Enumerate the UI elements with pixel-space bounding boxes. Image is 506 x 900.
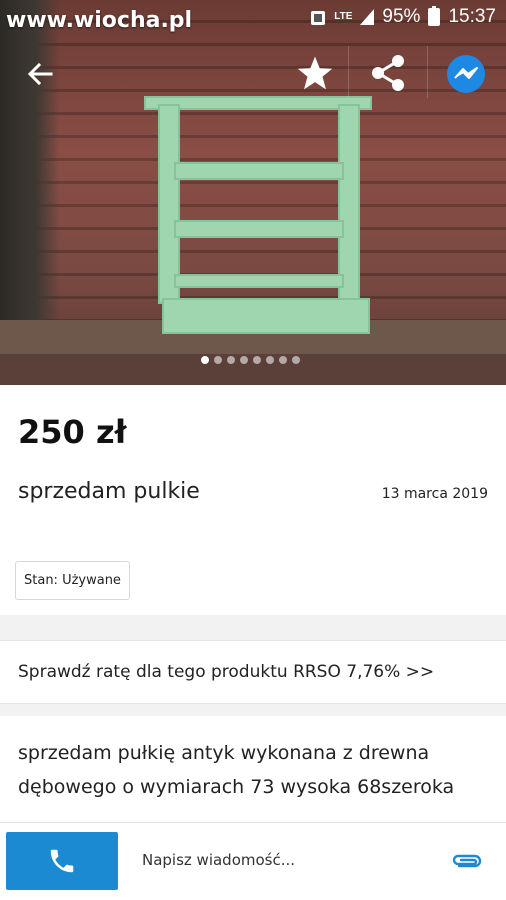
clock: 15:37	[448, 6, 496, 27]
condition-badge: Stan: Używane	[15, 561, 130, 600]
description: sprzedam pułkię antyk wykonana z drewna …	[0, 716, 506, 826]
listing-date: 13 marca 2019	[381, 486, 488, 502]
share-icon	[372, 55, 404, 91]
star-icon	[297, 56, 333, 90]
gallery-dot[interactable]	[292, 356, 300, 364]
phone-icon	[50, 849, 74, 873]
battery-icon	[428, 6, 441, 26]
shelf-board	[174, 162, 344, 180]
listing-card: 250 zł sprzedam pulkie 13 marca 2019 Sta…	[0, 385, 506, 615]
gallery-indicator	[201, 356, 300, 364]
paperclip-icon	[452, 854, 482, 868]
watermark: www.wiocha.pl	[6, 8, 193, 33]
gallery-dot[interactable]	[201, 356, 209, 364]
shelf-board	[174, 274, 344, 288]
description-line: sprzedam pułkię antyk wykonana z drewna	[18, 742, 430, 764]
description-text: sprzedam pułkię antyk wykonana z drewna …	[18, 736, 488, 804]
battery-percent: 95%	[382, 6, 421, 27]
photo-gallery[interactable]	[0, 0, 506, 385]
status-bar: www.wiocha.pl LTE 95% 15:37	[0, 0, 506, 34]
shelf-drawers	[162, 298, 370, 334]
signal-icon	[360, 9, 375, 25]
back-button[interactable]	[18, 52, 62, 96]
messenger-button[interactable]	[442, 50, 490, 98]
status-icons: LTE 95% 15:37	[310, 6, 496, 28]
messenger-icon	[447, 55, 485, 93]
description-line: dębowego o wymiarach 73 wysoka 68szeroka	[18, 776, 455, 798]
price: 250 zł	[18, 413, 127, 451]
installment-link[interactable]: Sprawdź ratę dla tego produktu RRSO 7,76…	[0, 640, 506, 704]
listing-title: sprzedam pulkie	[18, 479, 200, 504]
gallery-dot[interactable]	[240, 356, 248, 364]
toolbar-divider	[427, 46, 428, 98]
bottom-action-bar: Napisz wiadomość...	[0, 822, 506, 900]
shelf-board	[174, 220, 344, 238]
listing-screen: www.wiocha.pl LTE 95% 15:37 250 zł sprze…	[0, 0, 506, 900]
arrow-left-icon	[27, 62, 53, 86]
share-button[interactable]	[364, 50, 412, 96]
gallery-dot[interactable]	[227, 356, 235, 364]
call-button[interactable]	[6, 832, 118, 890]
notification-icon	[311, 11, 326, 25]
gallery-dot[interactable]	[279, 356, 287, 364]
photo-shelf	[144, 96, 372, 336]
gallery-dot[interactable]	[214, 356, 222, 364]
favorite-button[interactable]	[292, 50, 338, 96]
gallery-dot[interactable]	[253, 356, 261, 364]
attach-button[interactable]	[450, 847, 484, 877]
network-type: LTE	[334, 11, 353, 22]
installment-label: Sprawdź ratę dla tego produktu RRSO 7,76…	[18, 662, 435, 682]
toolbar-divider	[348, 46, 349, 98]
message-input[interactable]: Napisz wiadomość...	[142, 851, 295, 869]
gallery-dot[interactable]	[266, 356, 274, 364]
